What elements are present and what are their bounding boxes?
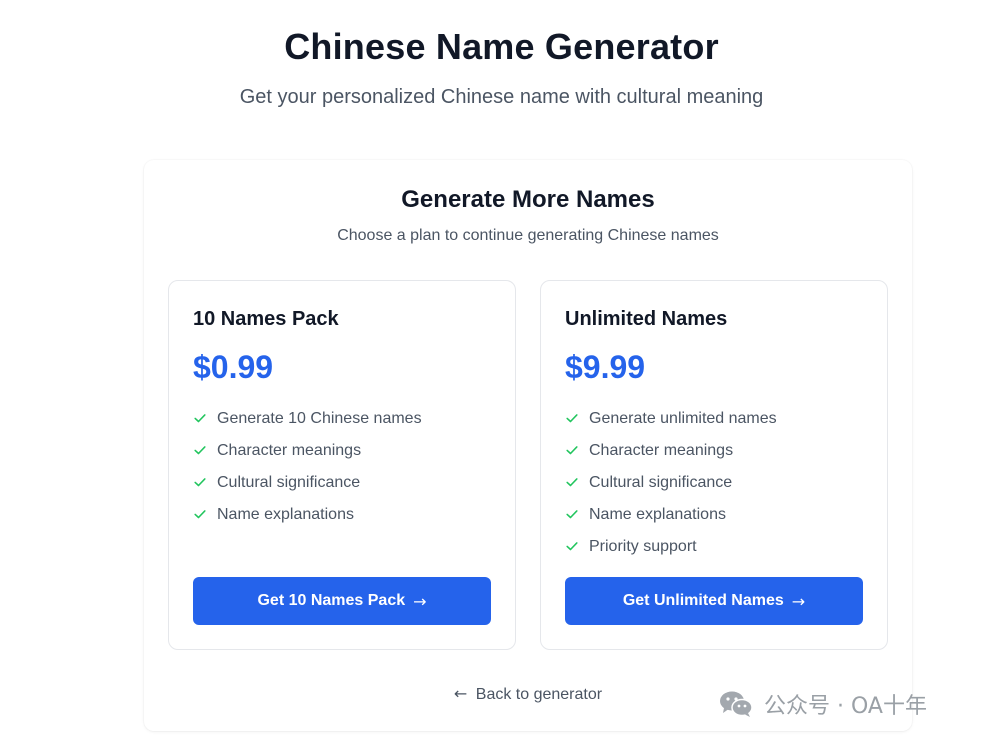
plan-name: Unlimited Names [565, 308, 728, 330]
feature-text: Priority support [589, 538, 697, 555]
feature-text: Cultural significance [217, 474, 361, 491]
feature-item: Generate unlimited names [565, 403, 777, 435]
arrow-left-icon: ← [453, 684, 468, 703]
wechat-icon [720, 691, 753, 717]
back-link-label: Back to generator [475, 686, 603, 703]
feature-item: Cultural significance [193, 467, 422, 499]
check-icon [193, 475, 209, 491]
feature-item: Cultural significance [565, 467, 777, 499]
watermark: 公众号 · OA十年 [718, 688, 927, 720]
feature-text: Generate unlimited names [589, 410, 777, 427]
check-icon [193, 507, 209, 523]
plan-price: $9.99 [565, 349, 646, 385]
feature-item: Name explanations [565, 499, 777, 531]
feature-text: Name explanations [217, 506, 354, 523]
button-label: Get 10 Names Pack [257, 592, 406, 609]
arrow-right-icon: → [791, 591, 806, 611]
feature-item: Character meanings [565, 435, 777, 467]
get-10-names-pack-button[interactable]: Get 10 Names Pack → [193, 577, 491, 625]
feature-text: Character meanings [589, 442, 734, 459]
check-icon [193, 443, 209, 459]
page-title: Chinese Name Generator [284, 26, 719, 67]
arrow-right-icon: → [413, 591, 427, 611]
feature-item: Priority support [565, 531, 777, 563]
feature-list: Generate 10 Chinese names Character mean… [193, 403, 422, 531]
panel-title: Generate More Names [401, 186, 655, 213]
check-icon [565, 507, 581, 523]
feature-text: Character meanings [217, 442, 362, 459]
check-icon [565, 539, 581, 555]
pricing-panel: Generate More Names Choose a plan to con… [144, 160, 912, 731]
check-icon [565, 443, 581, 459]
plan-card-unlimited: Unlimited Names $9.99 Generate unlimited… [540, 280, 888, 650]
plan-name: 10 Names Pack [193, 308, 339, 330]
page-subtitle: Get your personalized Chinese name with … [239, 86, 764, 108]
feature-item: Name explanations [193, 499, 422, 531]
plan-card-10-names: 10 Names Pack $0.99 Generate 10 Chinese … [168, 280, 516, 650]
check-icon [565, 475, 581, 491]
plan-price: $0.99 [193, 349, 274, 385]
feature-text: Generate 10 Chinese names [217, 410, 422, 427]
feature-text: Name explanations [589, 506, 726, 523]
feature-text: Cultural significance [589, 474, 733, 491]
check-icon [565, 411, 581, 427]
get-unlimited-names-button[interactable]: Get Unlimited Names → [565, 577, 863, 625]
check-icon [193, 411, 209, 427]
feature-item: Character meanings [193, 435, 422, 467]
feature-item: Generate 10 Chinese names [193, 403, 422, 435]
button-label: Get Unlimited Names [622, 592, 784, 609]
feature-list: Generate unlimited names Character meani… [565, 403, 777, 563]
panel-subtitle: Choose a plan to continue generating Chi… [337, 227, 719, 244]
watermark-text: 公众号 · OA十年 [764, 694, 927, 719]
